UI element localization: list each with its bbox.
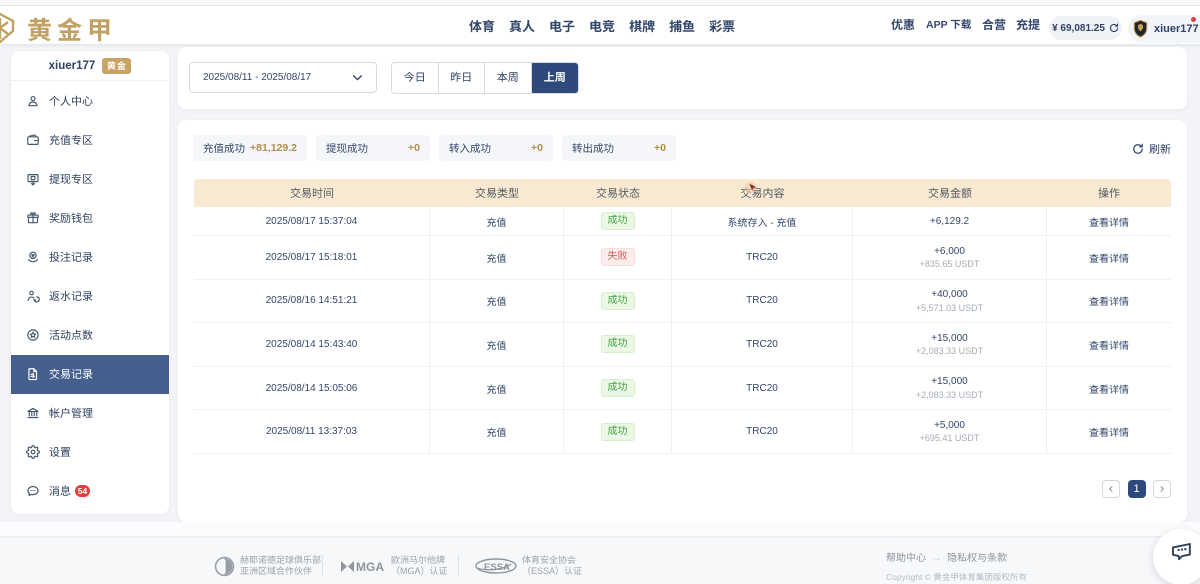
svg-text:ESSA: ESSA [484,562,510,573]
svg-text:MGA: MGA [356,560,384,574]
